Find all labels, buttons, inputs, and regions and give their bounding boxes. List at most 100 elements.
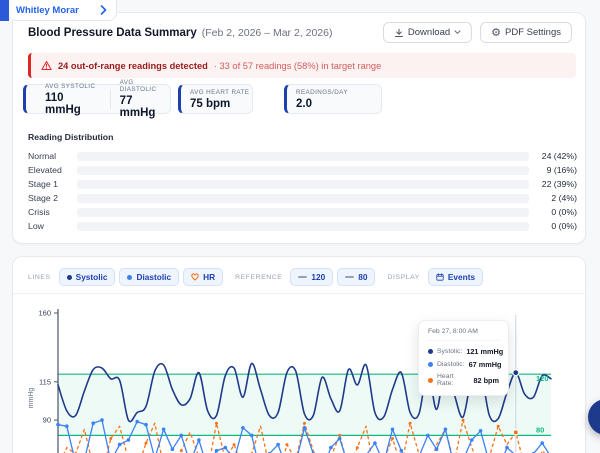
floating-action-button[interactable]	[588, 399, 600, 435]
heart-rate-marker	[109, 437, 113, 440]
lines-group-label: LINES	[28, 273, 51, 281]
reference-line-icon	[345, 276, 355, 278]
events-chip-label: Events	[447, 272, 476, 282]
diastolic-marker	[135, 419, 139, 424]
heart-rate-marker	[232, 443, 236, 447]
download-icon	[394, 28, 403, 37]
distribution-label: Elevated	[28, 165, 62, 175]
reference-label-80: 80	[536, 425, 544, 434]
diastolic-marker	[161, 427, 166, 432]
diastolic-marker	[505, 445, 509, 450]
patient-tab[interactable]: Whitley Morar	[9, 0, 117, 21]
diastolic-marker	[223, 445, 228, 450]
diastolic-marker	[443, 427, 448, 432]
diastolic-marker	[426, 433, 430, 438]
heart-rate-marker	[408, 421, 412, 425]
heart-rate-marker	[285, 443, 289, 447]
diastolic-marker	[478, 429, 483, 433]
pdf-settings-button[interactable]: ⚙ PDF Settings	[480, 22, 572, 43]
stat-card-bp-averages: AVG SYSTOLIC 110 mmHg AVG DIASTOLIC 77 m…	[23, 79, 171, 119]
distribution-track	[77, 193, 529, 203]
distribution-track	[77, 207, 529, 217]
pdf-settings-label: PDF Settings	[505, 27, 561, 38]
distribution-row-low: Low 0 (0%)	[13, 219, 587, 233]
diastolic-marker	[170, 447, 175, 451]
systolic-dot-icon	[66, 274, 72, 280]
diastolic-marker	[144, 422, 148, 427]
diastolic-marker	[56, 422, 60, 427]
diastolic-marker	[91, 421, 95, 425]
stat-card-heart-rate: AVG HEART RATE 75 bpm	[178, 84, 253, 114]
diastolic-marker	[390, 427, 395, 432]
reference-120-label: 120	[311, 272, 326, 282]
page-title: Blood Pressure Data Summary	[28, 26, 197, 39]
avg-heart-rate-label: AVG HEART RATE	[190, 88, 250, 96]
avg-systolic-label: AVG SYSTOLIC	[45, 82, 96, 90]
tooltip-systolic-row: Systolic: 121 mmHg	[428, 347, 503, 356]
heart-icon	[191, 273, 199, 281]
diastolic-marker	[100, 418, 104, 422]
diastolic-marker	[302, 426, 307, 430]
distribution-track	[77, 179, 529, 189]
diastolic-marker	[470, 438, 474, 442]
chevron-right-icon[interactable]	[100, 5, 107, 15]
distribution-row-elevated: Elevated 9 (16%)	[13, 163, 587, 177]
reference-line-icon	[298, 276, 308, 278]
distribution-row-normal: Normal 24 (42%)	[13, 149, 587, 163]
tooltip-date: Feb 27, 8:00 AM	[428, 328, 478, 335]
hover-point-systolic	[512, 369, 520, 377]
distribution-value: 9 (16%)	[546, 165, 577, 175]
tooltip-divider	[428, 340, 499, 341]
distribution-track	[77, 221, 529, 231]
diastolic-chip-label: Diastolic	[136, 272, 172, 282]
events-toggle-chip[interactable]: Events	[427, 268, 484, 286]
summary-header: Blood Pressure Data Summary (Feb 2, 2026…	[28, 22, 572, 43]
avg-diastolic-label: AVG DIASTOLIC	[119, 79, 157, 93]
heart-rate-dot-icon	[428, 377, 433, 383]
tooltip-diastolic-row: Diastolic: 67 mmHg	[428, 360, 502, 369]
reference-label-120: 120	[536, 374, 549, 383]
avg-systolic-value: 110 mmHg	[45, 91, 81, 116]
heart-rate-marker	[303, 421, 306, 425]
reference-120-chip[interactable]: 120	[290, 268, 334, 286]
diastolic-marker	[373, 441, 377, 445]
heart-rate-marker	[391, 437, 394, 440]
tooltip-heart-rate-row: Heart Rate: 82 bpm	[428, 373, 499, 387]
distribution-row-stage-1: Stage 1 22 (39%)	[13, 177, 587, 191]
diastolic-marker	[329, 445, 333, 450]
tooltip-heart-rate-label: Heart Rate:	[437, 373, 454, 387]
download-button[interactable]: Download	[382, 22, 473, 43]
systolic-toggle-chip[interactable]: Systolic	[58, 268, 116, 286]
tooltip-systolic-label: Systolic:	[437, 348, 463, 355]
diastolic-marker	[197, 438, 201, 442]
diastolic-toggle-chip[interactable]: Diastolic	[119, 268, 180, 286]
diastolic-dot-icon	[428, 362, 433, 367]
warning-icon	[41, 60, 52, 71]
stat-card-readings-per-day: READINGS/DAY 2.0	[284, 84, 382, 114]
distribution-label: Stage 2	[28, 193, 58, 203]
heart-rate-marker	[144, 441, 148, 445]
alert-detail-text: · 33 of 57 readings (58%) in target rang…	[213, 60, 382, 71]
reference-80-label: 80	[358, 272, 368, 282]
heart-rate-marker	[338, 433, 342, 437]
active-tab-accent	[0, 0, 9, 21]
distribution-value: 22 (39%)	[541, 179, 577, 189]
y-tick-label: 90	[43, 416, 51, 425]
hr-chip-label: HR	[203, 272, 216, 282]
chart-card: LINES Systolic Diastolic HR REFERENCE 12…	[12, 256, 587, 453]
reference-80-chip[interactable]: 80	[337, 268, 376, 286]
y-axis-title: mmHg	[28, 388, 35, 409]
diastolic-marker	[434, 447, 439, 451]
distribution-track	[77, 151, 529, 161]
distribution-row-stage-2: Stage 2 2 (4%)	[13, 191, 587, 205]
distribution-value: 0 (0%)	[551, 207, 577, 217]
diastolic-marker	[540, 441, 544, 445]
diastolic-marker	[241, 426, 245, 430]
tooltip-diastolic-value: 67 mmHg	[468, 360, 502, 369]
chart-tooltip: Feb 27, 8:00 AM Systolic: 121 mmHg Diast…	[418, 320, 509, 396]
tooltip-diastolic-label: Diastolic:	[437, 361, 465, 368]
hr-toggle-chip[interactable]: HR	[183, 268, 224, 286]
diastolic-marker	[399, 448, 404, 453]
diastolic-marker	[126, 438, 131, 442]
distribution-track	[77, 165, 529, 175]
